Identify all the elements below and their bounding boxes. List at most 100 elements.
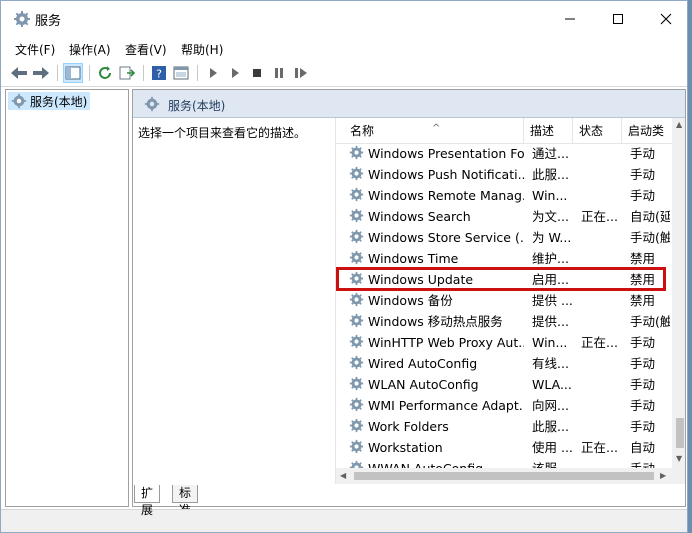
services-gear-icon [13,10,31,28]
service-startup-type: 手动(触 [630,314,670,329]
service-row[interactable]: Windows Remote Manag... Win... 手动 [336,185,672,206]
column-header-description[interactable]: 描述 [524,118,573,144]
service-status [581,290,621,311]
services-list: 名称 ^ 描述 状态 启动类 Windows Presentation Fo..… [335,118,685,484]
service-startup-type: 手动 [630,188,656,203]
service-row[interactable]: Work Folders 此服... 手动 [336,416,672,437]
toolbar-divider [89,65,90,81]
menu-file[interactable]: 文件(F) [15,41,55,58]
service-row[interactable]: WLAN AutoConfig WLA... 手动 [336,374,672,395]
service-description-cell: Win... [532,188,568,203]
service-status [581,311,621,332]
service-status [581,395,621,416]
horizontal-scroll-thumb[interactable] [354,472,654,480]
service-gear-icon [349,313,364,334]
back-arrow-icon[interactable] [9,63,29,83]
service-description-cell: 此服... [532,167,569,182]
service-status [581,164,621,185]
service-row[interactable]: Windows Presentation Fo... 通过... 手动 [336,143,672,164]
service-status [581,227,621,248]
horizontal-scrollbar[interactable]: ◀ ▶ [336,468,672,484]
menu-action[interactable]: 操作(A) [69,41,111,58]
service-status [581,416,621,437]
menu-bar: 文件(F) 操作(A) 查看(V) 帮助(H) [1,37,687,59]
service-row[interactable]: WinHTTP Web Proxy Aut... Win... 正在... 手动 [336,332,672,353]
service-description-cell: 此服... [532,419,569,434]
service-gear-icon [349,166,364,187]
help-icon[interactable]: ? [149,63,169,83]
restart-service-icon[interactable] [291,63,311,83]
scroll-left-icon[interactable]: ◀ [340,471,346,480]
export-list-icon[interactable] [117,63,137,83]
service-row[interactable]: WMI Performance Adapt... 向网... 手动 [336,395,672,416]
pause-service-icon[interactable] [269,63,289,83]
service-status [581,248,621,269]
service-description-cell: 提供 ... [532,293,572,308]
status-bar [1,509,687,532]
service-name: Windows Push Notificati... [368,167,524,182]
column-header-name[interactable]: 名称 ^ [336,118,524,144]
service-status [581,143,621,164]
properties-icon[interactable] [171,63,191,83]
service-name: Windows Presentation Fo... [368,146,524,161]
forward-arrow-icon[interactable] [31,63,51,83]
service-name: Windows 移动热点服务 [368,314,503,329]
service-name: Workstation [368,440,443,455]
service-startup-type: 手动 [630,356,656,371]
service-row[interactable]: Windows Time 维护... 禁用 [336,248,672,269]
service-row[interactable]: Workstation 使用 ... 正在... 自动 [336,437,672,458]
close-button[interactable] [643,1,687,37]
column-header-startup-type[interactable]: 启动类 [622,118,672,144]
minimize-button[interactable] [547,1,593,37]
column-header-name-label: 名称 [350,124,375,138]
service-startup-type: 手动 [630,377,656,392]
scroll-down-icon[interactable]: ▼ [676,454,682,463]
service-row[interactable]: Windows 移动热点服务 提供... 手动(触 [336,311,672,332]
service-description-cell: 为 W... [532,230,572,245]
service-name: Windows Store Service (... [368,230,524,245]
scroll-up-icon[interactable]: ▲ [676,120,682,129]
service-description-cell: Win... [532,335,568,350]
vertical-scroll-thumb[interactable] [676,418,684,448]
service-description-cell: 通过... [532,146,569,161]
service-row[interactable]: Windows Push Notificati... 此服... 手动 [336,164,672,185]
service-row[interactable]: Wired AutoConfig 有线... 手动 [336,353,672,374]
service-name: WLAN AutoConfig [368,377,479,392]
service-startup-type: 手动 [630,146,656,161]
console-tree-icon[interactable] [63,63,83,83]
service-startup-type: 手动 [630,167,656,182]
service-gear-icon [349,187,364,208]
service-startup-type: 手动 [630,419,656,434]
service-row[interactable]: Windows Store Service (... 为 W... 手动(触 [336,227,672,248]
service-name: Windows Time [368,251,459,266]
service-name: WinHTTP Web Proxy Aut... [368,335,524,350]
refresh-icon[interactable] [95,63,115,83]
service-row[interactable]: Windows Search 为文... 正在... 自动(延 [336,206,672,227]
service-gear-icon [349,376,364,397]
start-service-icon[interactable] [203,63,223,83]
column-header-status[interactable]: 状态 [573,118,622,144]
menu-help[interactable]: 帮助(H) [181,41,223,58]
service-gear-icon [349,208,364,229]
title-bar[interactable]: 服务 [1,1,687,37]
service-row[interactable]: Windows 备份 提供 ... 禁用 [336,290,672,311]
service-status [581,353,621,374]
service-name: Wired AutoConfig [368,356,478,371]
toolbar: ? [1,59,687,87]
tab-extended[interactable]: 扩展 [134,485,161,517]
start-service-alt-icon[interactable] [225,63,245,83]
service-gear-icon [349,397,364,418]
vertical-scrollbar[interactable]: ▲ ▼ [672,118,685,484]
stop-service-icon[interactable] [247,63,267,83]
menu-view[interactable]: 查看(V) [125,41,167,58]
services-window: 服务 文件(F) 操作(A) 查看(V) 帮助(H) ? 服务(本地) 服务(本… [0,0,688,533]
tree-item-services-local[interactable]: 服务(本地) [8,92,91,110]
service-name: Windows Remote Manag... [368,188,524,203]
tab-standard[interactable]: 标准 [172,485,199,517]
service-status [581,374,621,395]
service-gear-icon [349,418,364,439]
service-gear-icon [349,355,364,376]
tree-item-label: 服务(本地) [30,94,88,109]
scroll-right-icon[interactable]: ▶ [660,471,666,480]
maximize-button[interactable] [595,1,641,37]
